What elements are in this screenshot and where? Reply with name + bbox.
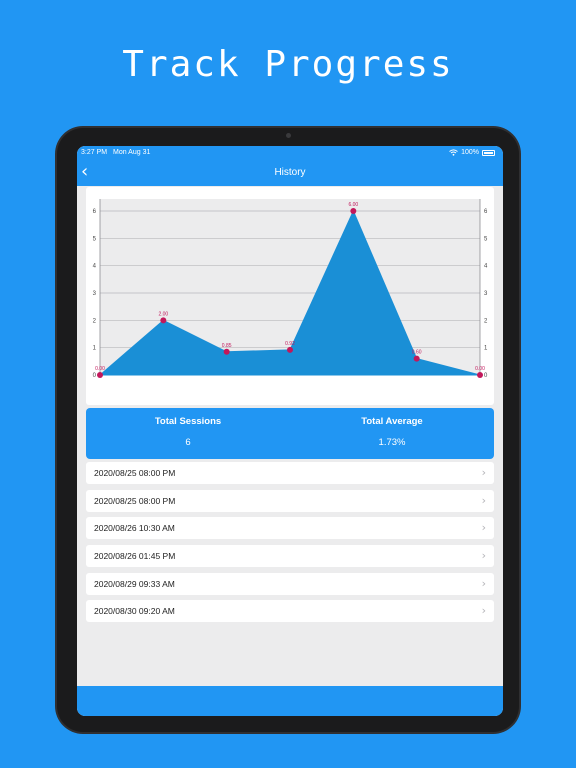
chevron-right-icon: › — [481, 604, 486, 618]
history-row[interactable]: 2020/08/26 01:45 PM › — [86, 545, 494, 568]
data-point — [287, 346, 293, 353]
total-average-label: Total Average — [361, 416, 423, 427]
status-right: 100% — [449, 149, 495, 156]
total-average-value: 1.73% — [378, 437, 406, 448]
history-datetime: 2020/08/25 08:00 PM — [94, 468, 176, 478]
history-datetime: 2020/08/26 10:30 AM — [94, 523, 175, 534]
history-datetime: 2020/08/26 01:45 PM — [94, 551, 176, 562]
y-tick-label-left: 1 — [93, 346, 97, 352]
area-chart: 0 0 1 1 2 2 3 3 4 4 5 5 6 6 0.00 2.00 0.85 0.92 6.00 0.60 0.… — [93, 199, 488, 379]
bottom-bar — [77, 686, 503, 716]
chevron-right-icon: › — [481, 521, 486, 535]
camera-dot — [286, 133, 291, 138]
y-tick-label-left: 0 — [93, 373, 97, 379]
history-datetime: 2020/08/29 09:33 AM — [94, 578, 175, 589]
battery-percent: 100% — [461, 149, 479, 156]
nav-bar: ‹ History — [77, 159, 503, 186]
y-tick-label-left: 4 — [93, 264, 97, 270]
y-tick-label-right: 3 — [484, 291, 488, 297]
data-point — [413, 355, 420, 362]
tablet-frame: 3:27 PM Mon Aug 31 100% ‹ History 0 0 1 1 2… — [55, 126, 521, 734]
total-sessions-label: Total Sessions — [154, 416, 222, 427]
status-time: 3:27 PM — [81, 149, 108, 156]
history-datetime: 2020/08/30 09:20 AM — [94, 606, 175, 617]
history-datetime: 2020/08/25 08:00 PM — [94, 495, 176, 506]
status-bar: 3:27 PM Mon Aug 31 100% — [77, 146, 503, 159]
data-label: 0.00 — [475, 366, 485, 372]
data-point — [350, 208, 357, 214]
data-label: 0.85 — [222, 343, 232, 349]
total-sessions: Total Sessions 6 — [86, 408, 290, 448]
history-row[interactable]: 2020/08/25 08:00 PM › — [86, 489, 494, 512]
y-tick-label-right: 1 — [484, 346, 488, 352]
y-tick-label-right: 4 — [484, 264, 488, 270]
data-point — [160, 317, 167, 324]
total-average: Total Average 1.73% — [290, 408, 494, 448]
chevron-right-icon: › — [481, 576, 486, 590]
data-point — [223, 348, 230, 355]
summary-card: Total Sessions 6 Total Average 1.73% — [86, 408, 494, 459]
headline: Track Progress — [122, 44, 454, 85]
chevron-right-icon: › — [481, 466, 486, 479]
y-tick-label-left: 5 — [93, 236, 97, 242]
y-tick-label-right: 6 — [484, 209, 488, 215]
status-date: Mon Aug 31 — [113, 149, 151, 156]
chart-card: 0 0 1 1 2 2 3 3 4 4 5 5 6 6 0.00 2.00 0.85 0.92 6.00 0.60 0.… — [86, 187, 494, 405]
history-row[interactable]: 2020/08/29 09:33 AM › — [86, 572, 494, 595]
data-label: 0.00 — [95, 366, 105, 372]
data-point — [97, 372, 103, 378]
y-tick-label-left: 3 — [93, 291, 97, 297]
nav-title: History — [274, 167, 306, 178]
data-label: 2.00 — [158, 311, 168, 317]
battery-icon — [482, 149, 495, 156]
history-row[interactable]: 2020/08/26 10:30 AM › — [86, 517, 494, 540]
y-tick-label-left: 2 — [93, 318, 97, 324]
app-screen: 3:27 PM Mon Aug 31 100% ‹ History 0 0 1 1 2… — [77, 146, 503, 716]
data-label: 6.00 — [348, 202, 358, 208]
y-tick-label-right: 5 — [484, 236, 488, 242]
history-row[interactable]: 2020/08/30 09:20 AM › — [86, 600, 494, 623]
chevron-right-icon: › — [481, 549, 486, 563]
data-label: 0.92 — [285, 341, 295, 347]
tablet-bezel: 3:27 PM Mon Aug 31 100% ‹ History 0 0 1 1 2… — [57, 128, 519, 732]
data-label: 0.60 — [412, 350, 422, 356]
history-row[interactable]: 2020/08/25 08:00 PM › — [86, 462, 494, 484]
wifi-icon — [449, 149, 458, 156]
history-list: 2020/08/25 08:00 PM › 2020/08/25 08:00 P… — [86, 462, 494, 628]
y-tick-label-right: 2 — [484, 318, 488, 324]
chevron-right-icon: › — [481, 493, 486, 507]
data-point — [477, 372, 483, 378]
total-sessions-value: 6 — [185, 437, 191, 448]
y-tick-label-left: 6 — [93, 209, 97, 215]
y-tick-label-right: 0 — [484, 373, 488, 379]
